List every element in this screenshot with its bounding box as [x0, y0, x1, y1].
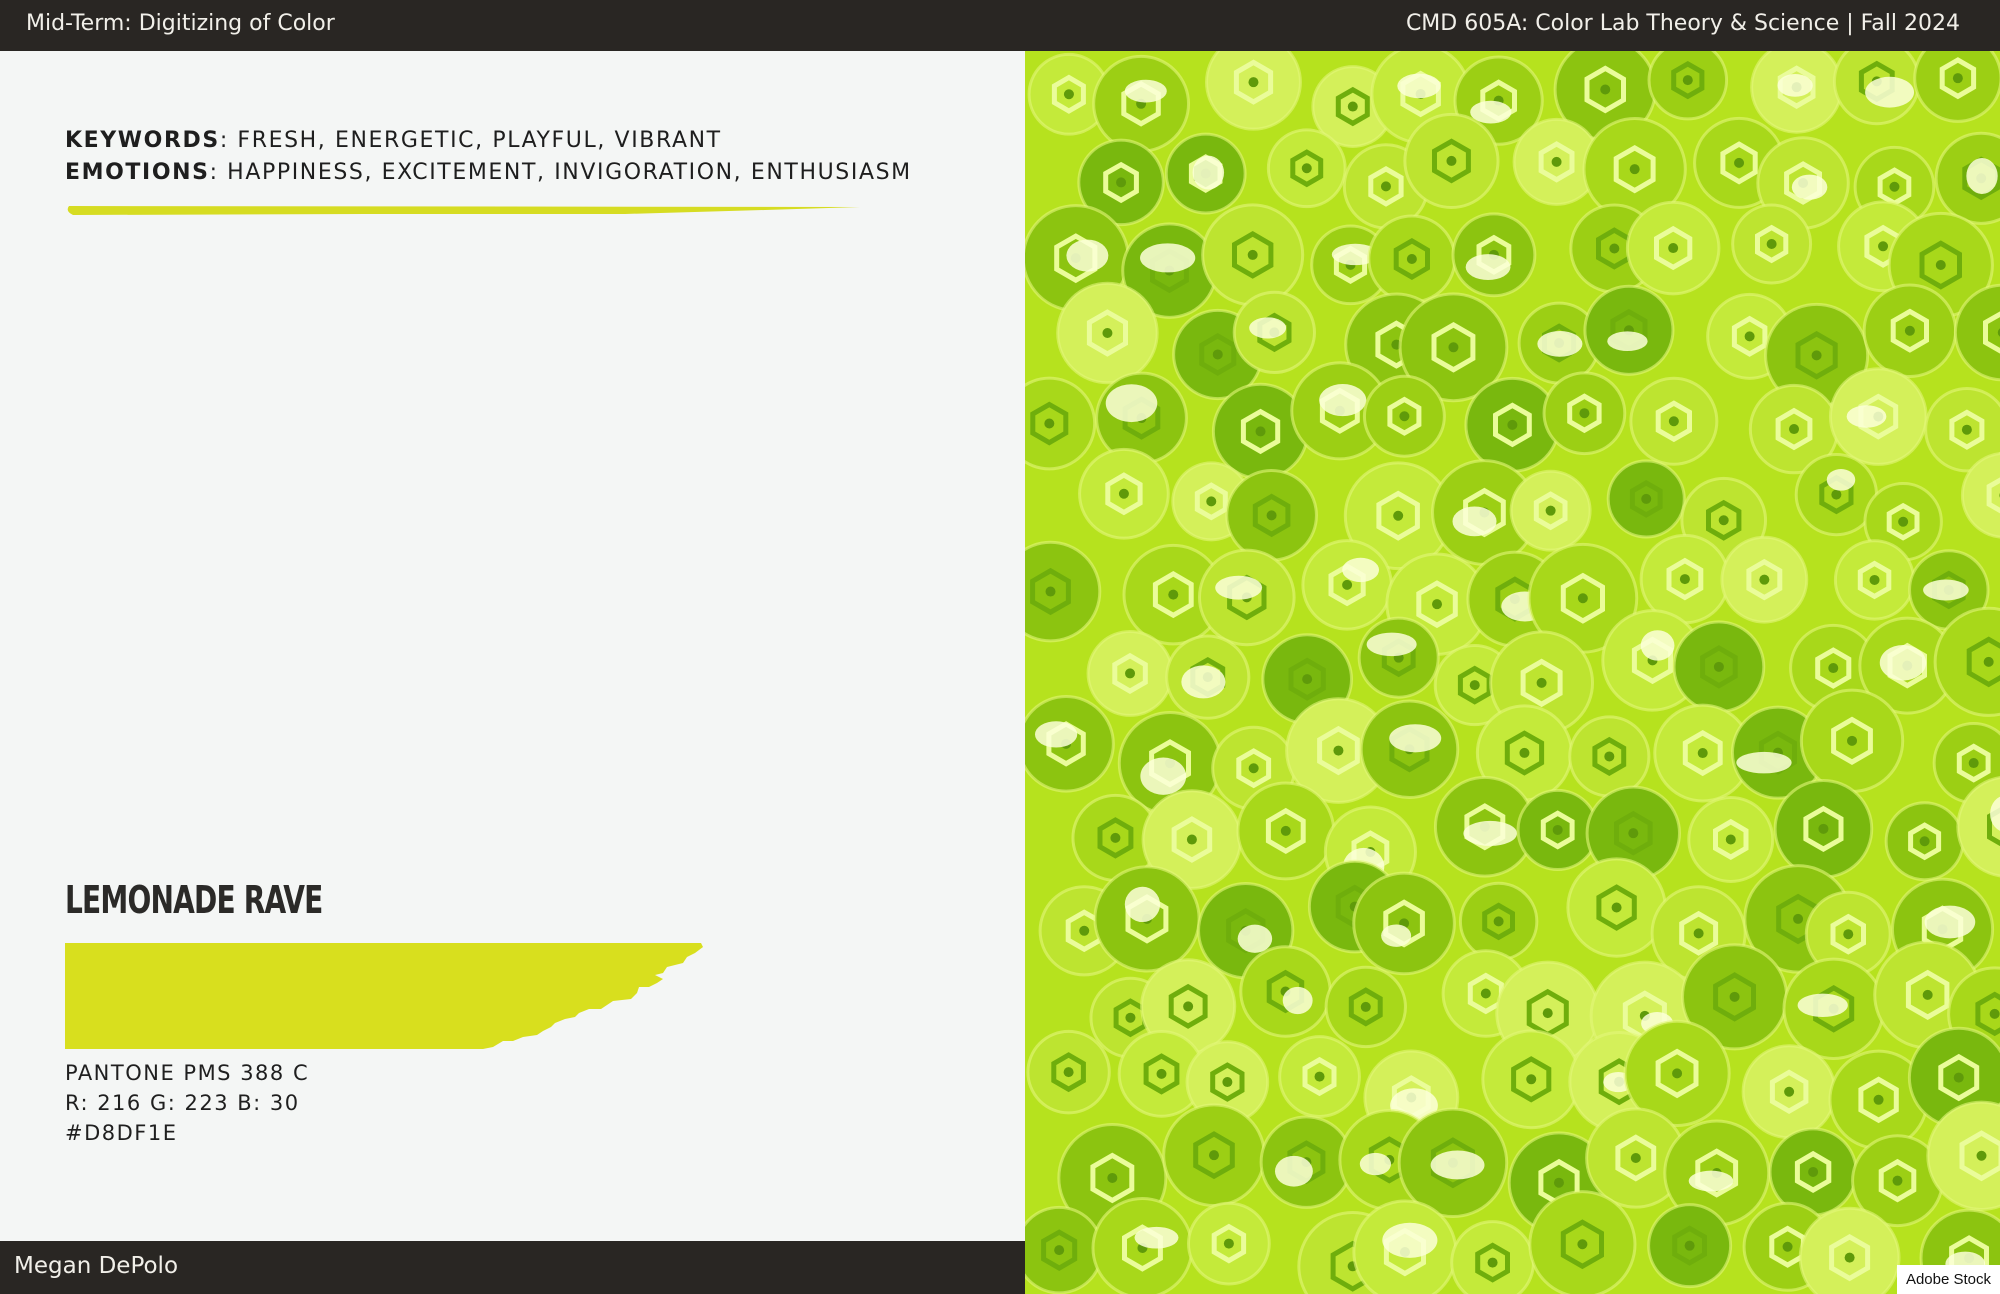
- top-header-bar: Mid-Term: Digitizing of Color CMD 605A: …: [0, 0, 2000, 51]
- emotions-label: EMOTIONS: [65, 160, 210, 185]
- footer-bar: Megan DePolo: [0, 1241, 1025, 1294]
- color-swatch-brush: [65, 943, 703, 1049]
- color-name-heading: LEMONADE RAVE: [65, 878, 323, 922]
- brush-stroke-divider: [67, 206, 860, 215]
- assignment-title: Mid-Term: Digitizing of Color: [26, 11, 335, 36]
- keywords-label: KEYWORDS: [65, 128, 220, 153]
- hex-code: #D8DF1E: [65, 1121, 178, 1145]
- emotions-line: EMOTIONS: HAPPINESS, EXCITEMENT, INVIGOR…: [65, 160, 912, 185]
- author-name: Megan DePolo: [14, 1253, 179, 1279]
- sequins-pattern: [1025, 51, 2000, 1294]
- pantone-code: PANTONE PMS 388 C: [65, 1061, 310, 1085]
- keywords-line: KEYWORDS: FRESH, ENERGETIC, PLAYFUL, VIB…: [65, 128, 722, 153]
- sequins-texture-image: Adobe Stock: [1025, 51, 2000, 1294]
- photo-credit: Adobe Stock: [1896, 1265, 2000, 1294]
- keywords-value: : FRESH, ENERGETIC, PLAYFUL, VIBRANT: [219, 128, 722, 153]
- emotions-value: : HAPPINESS, EXCITEMENT, INVIGORATION, E…: [209, 160, 912, 185]
- rgb-values: R: 216 G: 223 B: 30: [65, 1091, 300, 1115]
- course-title: CMD 605A: Color Lab Theory & Science | F…: [1405, 11, 1960, 36]
